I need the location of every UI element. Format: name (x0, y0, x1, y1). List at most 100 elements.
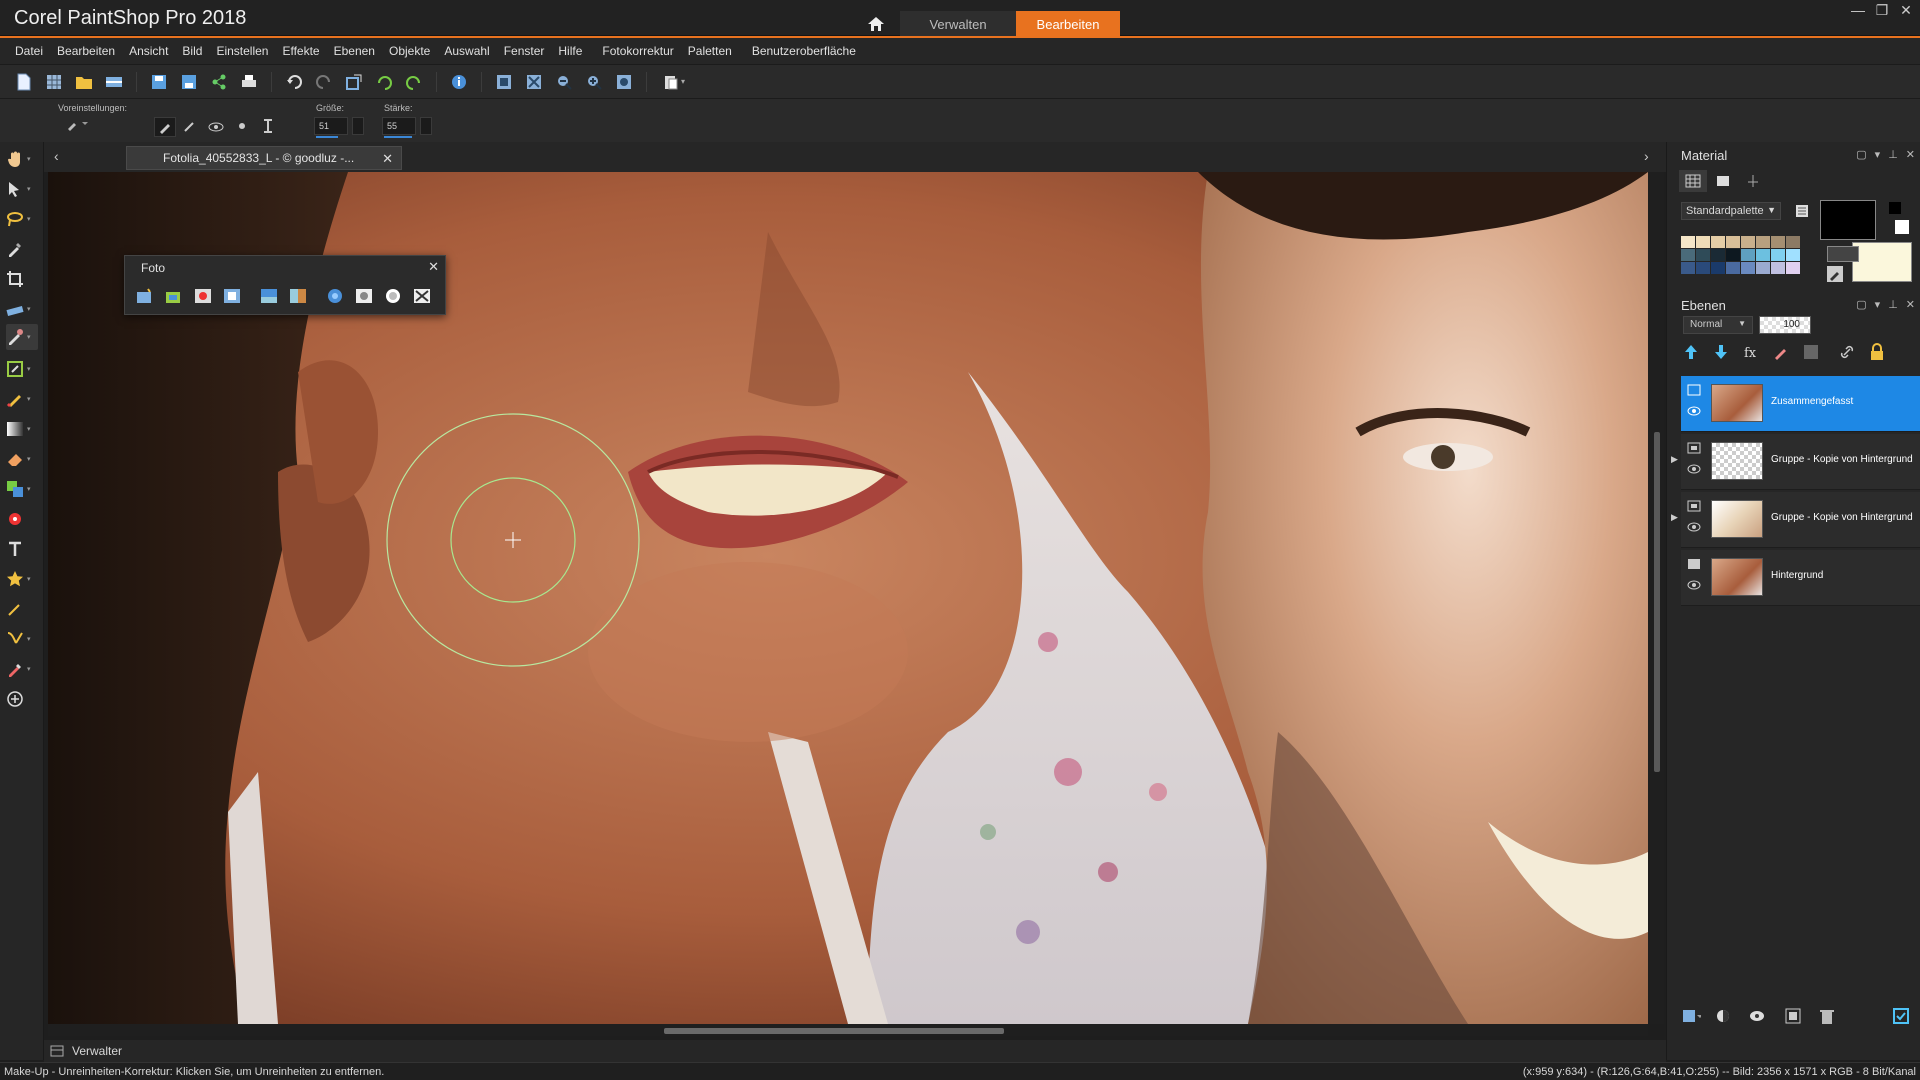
size-slider-bar[interactable] (316, 136, 338, 138)
foreground-color[interactable] (1820, 200, 1876, 240)
paste-button[interactable]: ▾ (657, 70, 691, 94)
tool-pan[interactable]: ▾ (6, 146, 38, 172)
color-swatch[interactable] (1696, 236, 1710, 248)
tool-crop[interactable] (6, 266, 38, 292)
panel-menu-icon[interactable]: ▾ (1875, 148, 1881, 161)
layer-item[interactable]: ▶ Gruppe - Kopie von Hintergrund (1671, 434, 1920, 490)
makeup-mode-eye-drop[interactable] (206, 117, 228, 137)
strength-input[interactable]: 55 (382, 117, 416, 135)
auto-fix-button[interactable] (135, 286, 155, 306)
color-swatch[interactable] (1786, 262, 1800, 274)
new-layer-dropdown[interactable] (1681, 1006, 1701, 1026)
zoom-in-button[interactable] (582, 70, 606, 94)
print-button[interactable] (237, 70, 261, 94)
size-spinner[interactable] (352, 117, 364, 135)
color-swatch[interactable] (1711, 249, 1725, 261)
color-swatch[interactable] (1741, 249, 1755, 261)
layer-properties-button[interactable] (1891, 1006, 1911, 1026)
haze-button[interactable] (383, 286, 403, 306)
background-color[interactable] (1852, 242, 1912, 282)
mask-dropdown[interactable] (1749, 1006, 1769, 1026)
new-button[interactable] (12, 70, 36, 94)
home-button[interactable] (860, 12, 892, 36)
mask-button[interactable] (1801, 342, 1821, 362)
layer-item[interactable]: Zusammengefasst (1681, 376, 1920, 432)
vertical-scroll-thumb[interactable] (1654, 432, 1660, 772)
save-as-button[interactable] (177, 70, 201, 94)
layer-item[interactable]: Hintergrund (1681, 550, 1920, 606)
expand-arrow-icon[interactable]: ▶ (1671, 454, 1678, 465)
tool-eraser[interactable]: ▾ (6, 446, 38, 472)
tool-text[interactable] (6, 536, 38, 562)
delete-layer-button[interactable] (1817, 1006, 1837, 1026)
grid-button[interactable] (42, 70, 66, 94)
zoom-out-button[interactable] (552, 70, 576, 94)
size-input[interactable]: 51 (314, 117, 348, 135)
presets-dropdown[interactable] (66, 117, 92, 135)
tabs-scroll-right-icon[interactable]: › (1644, 148, 1649, 164)
visibility-eye-icon[interactable] (1687, 522, 1701, 532)
color-swatch[interactable] (1696, 262, 1710, 274)
fit-image-button[interactable] (522, 70, 546, 94)
new-raster-layer-button[interactable] (1681, 342, 1701, 362)
visibility-eye-icon[interactable] (1687, 580, 1701, 590)
color-swatch[interactable] (1681, 236, 1695, 248)
tab-verwalten[interactable]: Verwalten (900, 11, 1016, 37)
color-swatch[interactable] (1711, 262, 1725, 274)
color-swatch[interactable] (1756, 262, 1770, 274)
panel-options-icon[interactable]: ▢ (1856, 298, 1866, 311)
menu-fenster[interactable]: Fenster (497, 44, 552, 58)
close-window-button[interactable]: ✕ (1894, 2, 1918, 22)
color-swatch[interactable] (1681, 249, 1695, 261)
undo-button[interactable] (282, 70, 306, 94)
brightness-button[interactable] (259, 286, 279, 306)
material-tab-swatches[interactable] (1679, 170, 1707, 192)
menu-hilfe[interactable]: Hilfe (551, 44, 589, 58)
white-balance-button[interactable] (222, 286, 242, 306)
panel-pin-icon[interactable]: ⊥ (1888, 148, 1898, 161)
smart-photo-fix-button[interactable] (164, 286, 184, 306)
menu-effekte[interactable]: Effekte (275, 44, 326, 58)
color-swatch[interactable] (1726, 262, 1740, 274)
fx-button[interactable]: fx (1741, 342, 1761, 362)
depth-button[interactable] (354, 286, 374, 306)
bg-swatch-small[interactable] (1895, 220, 1909, 234)
restore-button[interactable]: ❐ (1870, 2, 1894, 22)
strength-spinner[interactable] (420, 117, 432, 135)
menu-bild[interactable]: Bild (175, 44, 209, 58)
material-tab-gradient[interactable] (1709, 170, 1737, 192)
tool-add[interactable] (6, 686, 38, 712)
verwalter-tab[interactable]: Verwalter (50, 1042, 150, 1060)
menu-auswahl[interactable]: Auswahl (437, 44, 496, 58)
tool-red-eye[interactable] (6, 506, 38, 532)
visibility-eye-icon[interactable] (1687, 406, 1701, 416)
share-button[interactable] (207, 70, 231, 94)
document-tab[interactable]: Fotolia_40552833_L - © goodluz -... ✕ (126, 146, 402, 170)
palette-select[interactable]: Standardpalette ▼ (1681, 202, 1781, 220)
eyedropper-icon[interactable] (1827, 266, 1843, 285)
color-swatch[interactable] (1756, 236, 1770, 248)
visibility-eye-icon[interactable] (1687, 464, 1701, 474)
merge-button[interactable] (1783, 1006, 1803, 1026)
color-swatch[interactable] (1786, 249, 1800, 261)
color-swatch[interactable] (1681, 262, 1695, 274)
minimize-button[interactable]: — (1846, 2, 1870, 22)
panel-close-icon[interactable]: ✕ (1906, 148, 1915, 161)
blend-mode-select[interactable]: Normal ▼ (1683, 316, 1753, 334)
tool-vector-pen[interactable]: ▾ (6, 626, 38, 652)
menu-benutzeroberflaeche[interactable]: Benutzeroberfläche (745, 44, 863, 58)
sharpen-button[interactable] (412, 286, 432, 306)
expand-arrow-icon[interactable]: ▶ (1671, 512, 1678, 523)
adjustment-layer-button[interactable] (1771, 342, 1791, 362)
tool-paint-brush[interactable]: ▾ (6, 386, 38, 412)
tool-lasso[interactable]: ▾ (6, 206, 38, 232)
makeup-mode-thinify[interactable] (258, 117, 280, 137)
undo-history-button[interactable] (372, 70, 396, 94)
menu-ebenen[interactable]: Ebenen (327, 44, 382, 58)
tool-clone[interactable]: ▾ (6, 476, 38, 502)
fg-swatch-small[interactable] (1889, 202, 1901, 214)
color-swatch[interactable] (1771, 236, 1785, 248)
layer-opacity-input[interactable]: 100 (1759, 316, 1811, 334)
tool-makeup[interactable]: ▾ (6, 324, 38, 350)
horizontal-scrollbar[interactable] (48, 1024, 1648, 1036)
